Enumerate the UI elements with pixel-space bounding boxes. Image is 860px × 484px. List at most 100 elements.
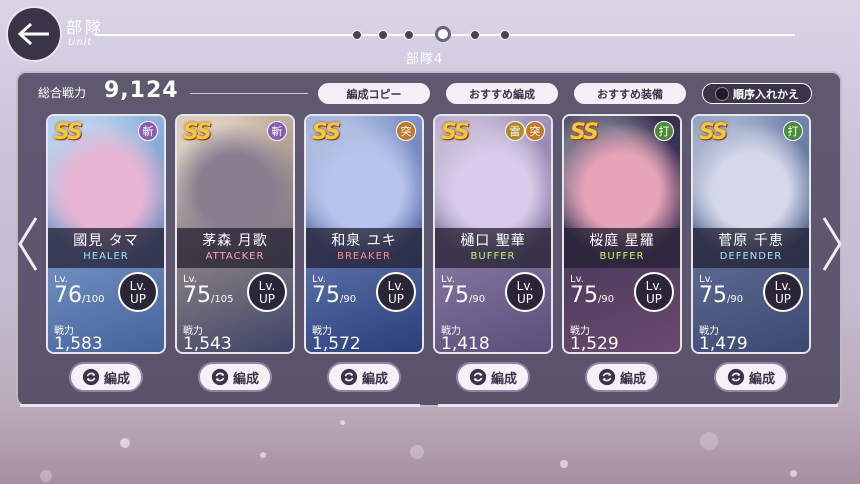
name-bar: 和泉 ユキ BREAKER: [306, 228, 422, 268]
squad-dot-6[interactable]: [500, 30, 510, 40]
arrow-left-icon: [17, 22, 49, 46]
combat-power-value: 1,572: [312, 334, 361, 354]
name-bar: 樋口 聖華 BUFFER: [435, 228, 551, 268]
recommended-equipment-button[interactable]: おすすめ装備: [574, 83, 686, 104]
level-block: Lv. 75/90: [570, 274, 615, 308]
character-role: HEALER: [83, 251, 129, 262]
character-name: 茅森 月歌: [202, 233, 268, 249]
rarity-badge: SS: [441, 120, 470, 145]
level-block: Lv. 75/90: [441, 274, 486, 308]
rarity-badge: SS: [183, 120, 212, 145]
edit-formation-button[interactable]: 編成: [198, 362, 272, 392]
refresh-icon: [727, 368, 745, 386]
level-max: /105: [211, 294, 234, 305]
combat-power-value: 1,543: [183, 334, 232, 354]
character-card[interactable]: SS 國見 タマ HEALER Lv. 76/100 Lv. UP 戦力 1,58…: [46, 114, 166, 354]
character-role: ATTACKER: [205, 251, 265, 262]
back-button[interactable]: [6, 6, 62, 62]
total-power-value: 9,124: [104, 78, 179, 103]
edit-formation-button[interactable]: 編成: [585, 362, 659, 392]
character-name: 菅原 千恵: [718, 233, 784, 249]
level-value: 76: [54, 283, 82, 308]
edit-formation-label: 編成: [232, 371, 259, 387]
attribute-tag: 斬: [267, 121, 287, 141]
level-up-button[interactable]: Lv. UP: [634, 272, 674, 312]
name-bar: 桜庭 星羅 BUFFER: [564, 228, 680, 268]
edit-formation-button[interactable]: 編成: [714, 362, 788, 392]
level-up-button[interactable]: Lv. UP: [505, 272, 545, 312]
power-divider: [190, 93, 308, 94]
character-name: 樋口 聖華: [460, 233, 526, 249]
attribute-tag: 打: [654, 121, 674, 141]
character-card[interactable]: SS 和泉 ユキ BREAKER Lv. 75/90 Lv. UP 戦力 1,57…: [304, 114, 424, 354]
refresh-icon: [469, 368, 487, 386]
squad-dot-1[interactable]: [352, 30, 362, 40]
attribute-tag: 打: [783, 121, 803, 141]
refresh-icon: [598, 368, 616, 386]
rarity-badge: SS: [699, 120, 728, 145]
squad-dot-2[interactable]: [378, 30, 388, 40]
combat-power-value: 1,583: [54, 334, 103, 354]
level-up-button[interactable]: Lv. UP: [376, 272, 416, 312]
refresh-icon: [340, 368, 358, 386]
attribute-tag: 雷: [505, 121, 525, 141]
level-block: Lv. 75/105: [183, 274, 234, 308]
total-power-label: 総合戦力: [38, 86, 87, 100]
toggle-indicator-icon: [715, 86, 729, 101]
edit-formation-label: 編成: [103, 371, 130, 387]
level-value: 75: [183, 283, 211, 308]
level-max: /90: [340, 294, 357, 305]
edit-formation-label: 編成: [490, 371, 517, 387]
attribute-tag: 突: [525, 121, 545, 141]
level-up-button[interactable]: Lv. UP: [763, 272, 803, 312]
copy-formation-button[interactable]: 編成コピー: [318, 83, 430, 104]
name-bar: 國見 タマ HEALER: [48, 228, 164, 268]
level-block: Lv. 75/90: [312, 274, 357, 308]
character-card[interactable]: SS 樋口 聖華 BUFFER Lv. 75/90 Lv. UP 戦力 1,418…: [433, 114, 553, 354]
character-card[interactable]: SS 菅原 千恵 DEFENDER Lv. 75/90 Lv. UP 戦力 1,4…: [691, 114, 811, 354]
combat-power-value: 1,418: [441, 334, 490, 354]
name-bar: 茅森 月歌 ATTACKER: [177, 228, 293, 268]
squad-label: 部隊4: [406, 52, 444, 67]
edit-formation-label: 編成: [748, 371, 775, 387]
squad-dot-3[interactable]: [404, 30, 414, 40]
level-max: /100: [82, 294, 105, 305]
refresh-icon: [82, 368, 100, 386]
character-role: BUFFER: [470, 251, 516, 262]
previous-arrow-icon[interactable]: [16, 214, 40, 274]
reorder-toggle[interactable]: 順序入れかえ: [702, 83, 812, 104]
rarity-badge: SS: [54, 120, 83, 145]
character-card[interactable]: SS 桜庭 星羅 BUFFER Lv. 75/90 Lv. UP 戦力 1,529…: [562, 114, 682, 354]
panel-bottom-rail: [20, 404, 838, 407]
edit-formation-button[interactable]: 編成: [456, 362, 530, 392]
level-up-button[interactable]: Lv. UP: [247, 272, 287, 312]
character-card[interactable]: SS 茅森 月歌 ATTACKER Lv. 75/105 Lv. UP 戦力 1,…: [175, 114, 295, 354]
combat-power-value: 1,529: [570, 334, 619, 354]
squad-dot-5[interactable]: [470, 30, 480, 40]
squad-dot-4[interactable]: [435, 26, 451, 42]
level-up-button[interactable]: Lv. UP: [118, 272, 158, 312]
level-value: 75: [570, 283, 598, 308]
next-arrow-icon[interactable]: [820, 214, 844, 274]
character-role: BREAKER: [337, 251, 391, 262]
level-value: 75: [312, 283, 340, 308]
level-block: Lv. 76/100: [54, 274, 105, 308]
recommended-formation-button[interactable]: おすすめ編成: [446, 83, 558, 104]
level-max: /90: [598, 294, 615, 305]
level-max: /90: [469, 294, 486, 305]
level-value: 75: [441, 283, 469, 308]
edit-formation-button[interactable]: 編成: [327, 362, 401, 392]
attribute-tag: 突: [396, 121, 416, 141]
character-name: 和泉 ユキ: [331, 233, 397, 249]
edit-formation-button[interactable]: 編成: [69, 362, 143, 392]
page-subtitle: Unit: [68, 37, 93, 48]
rarity-badge: SS: [570, 120, 599, 145]
edit-formation-label: 編成: [619, 371, 646, 387]
rarity-badge: SS: [312, 120, 341, 145]
name-bar: 菅原 千恵 DEFENDER: [693, 228, 809, 268]
character-role: DEFENDER: [719, 251, 783, 262]
refresh-icon: [211, 368, 229, 386]
character-role: BUFFER: [599, 251, 645, 262]
level-block: Lv. 75/90: [699, 274, 744, 308]
attribute-tag: 斬: [138, 121, 158, 141]
